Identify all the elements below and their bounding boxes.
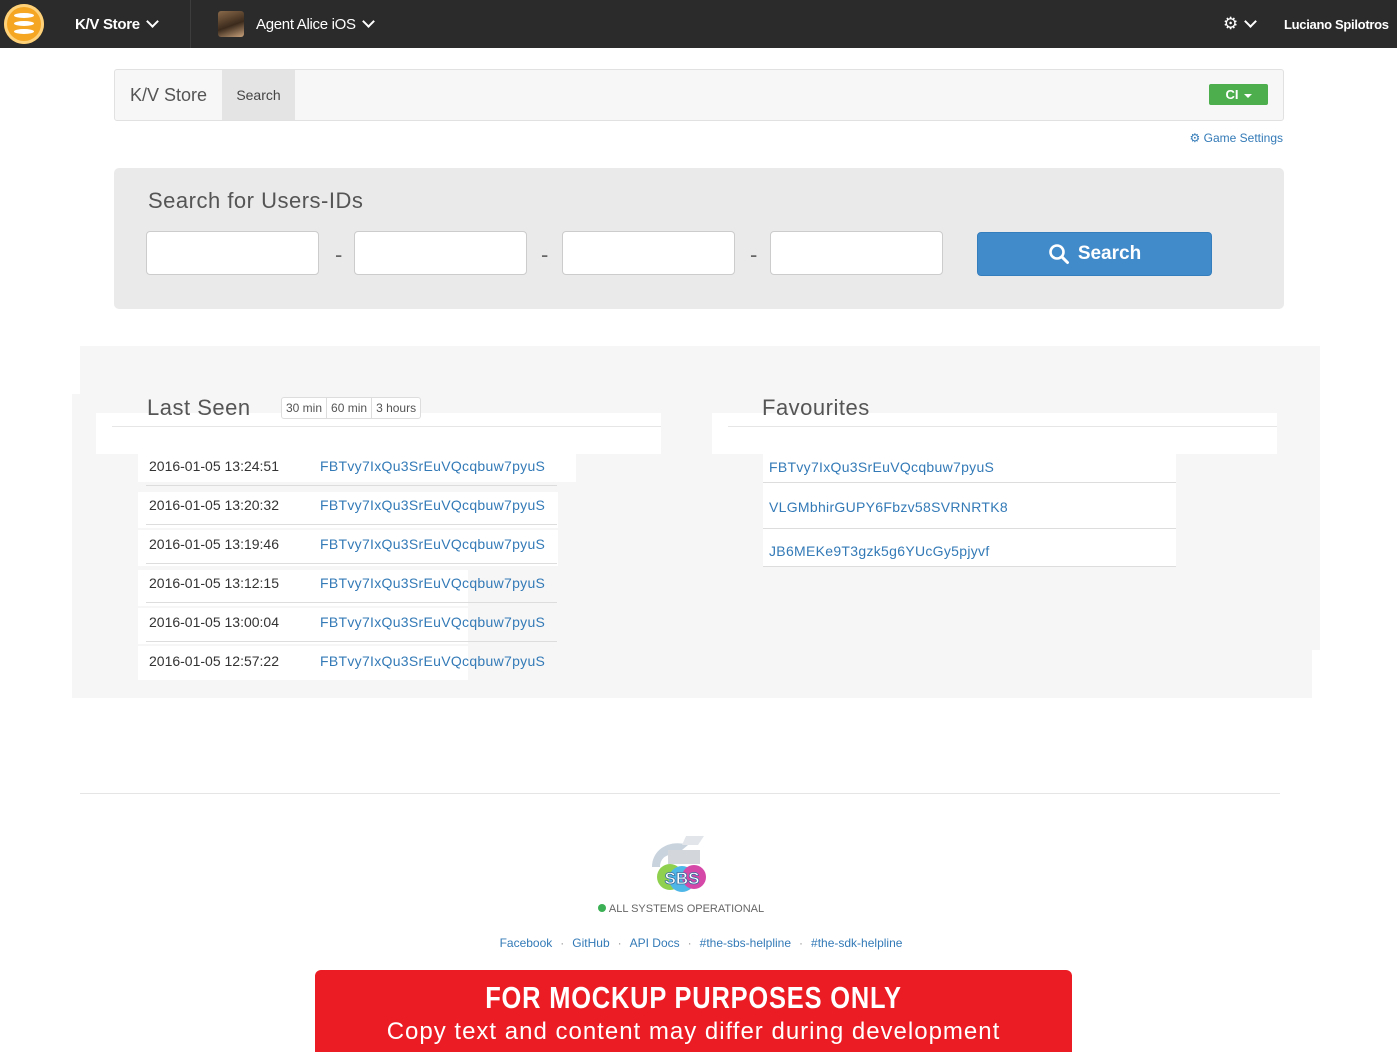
user-menu[interactable]: Luciano Spilotros	[1284, 0, 1389, 48]
range-30-min-button[interactable]: 30 min	[282, 398, 328, 418]
last-seen-time: 2016-01-05 13:20:32	[149, 497, 279, 513]
sbs-logo-text: SBS	[665, 869, 700, 888]
api-docs-link[interactable]: API Docs	[630, 936, 680, 950]
user-id-field-1[interactable]	[146, 231, 319, 275]
user-id-field-2[interactable]	[354, 231, 527, 275]
sdk-helpline-link[interactable]: #the-sdk-helpline	[811, 936, 902, 950]
table-row: 2016-01-05 13:12:15 FBTvy7IxQu3SrEuVQcqb…	[146, 564, 557, 603]
mockup-banner: FOR MOCKUP PURPOSES ONLY Copy text and c…	[315, 970, 1072, 1052]
game-settings-link[interactable]: ⚙ Game Settings	[1190, 131, 1283, 145]
mockup-banner-title: FOR MOCKUP PURPOSES ONLY	[485, 980, 902, 1015]
field-separator: -	[335, 242, 343, 267]
last-seen-user-link[interactable]: FBTvy7IxQu3SrEuVQcqbuw7pyuS	[320, 486, 545, 525]
last-seen-time: 2016-01-05 13:12:15	[149, 575, 279, 591]
mockup-banner-subtitle: Copy text and content may differ during …	[386, 1018, 1001, 1045]
top-navbar: K/V Store Agent Alice iOS ⚙ Luciano Spil…	[0, 0, 1397, 48]
app-logo-icon[interactable]	[4, 4, 44, 44]
breadcrumb: K/V Store Search CI	[114, 69, 1284, 121]
table-row: 2016-01-05 12:57:22 FBTvy7IxQu3SrEuVQcqb…	[146, 642, 557, 681]
favourite-user-link[interactable]: FBTvy7IxQu3SrEuVQcqbuw7pyuS	[769, 459, 994, 475]
footer-links: Facebook · GitHub · API Docs · #the-sbs-helpli…	[499, 936, 903, 950]
search-icon	[1049, 244, 1069, 264]
status-text: ALL SYSTEMS OPERATIONAL	[608, 903, 765, 915]
user-id-field-3[interactable]	[562, 231, 735, 275]
last-seen-time: 2016-01-05 13:19:46	[149, 536, 279, 552]
table-row: 2016-01-05 13:24:51 FBTvy7IxQu3SrEuVQcqb…	[146, 447, 557, 486]
sbs-logo-icon: SBS	[652, 836, 706, 892]
table-row: 2016-01-05 13:19:46 FBTvy7IxQu3SrEuVQcqb…	[146, 525, 557, 564]
chevron-down-icon	[361, 15, 375, 28]
time-range-group: 30 min 60 min 3 hours	[281, 397, 422, 419]
table-row: 2016-01-05 13:20:32 FBTvy7IxQu3SrEuVQcqb…	[146, 486, 557, 525]
system-status: ALL SYSTEMS OPERATIONAL	[0, 903, 1362, 915]
search-button[interactable]: Search	[977, 232, 1212, 276]
gears-icon: ⚙	[1223, 14, 1238, 33]
game-menu[interactable]: Agent Alice iOS	[218, 0, 375, 48]
sbs-helpline-link[interactable]: #the-sbs-helpline	[700, 936, 791, 950]
field-separator: -	[541, 242, 549, 267]
last-seen-user-link[interactable]: FBTvy7IxQu3SrEuVQcqbuw7pyuS	[320, 447, 545, 486]
app-menu-label: K/V Store	[75, 15, 140, 33]
footer-divider	[80, 793, 1280, 794]
app-menu[interactable]: K/V Store	[75, 0, 159, 48]
last-seen-user-link[interactable]: FBTvy7IxQu3SrEuVQcqbuw7pyuS	[320, 564, 545, 603]
last-seen-user-link[interactable]: FBTvy7IxQu3SrEuVQcqbuw7pyuS	[320, 525, 545, 564]
caret-down-icon	[1243, 93, 1252, 98]
game-avatar	[218, 11, 244, 37]
user-name: Luciano Spilotros	[1284, 16, 1389, 32]
favourite-user-link[interactable]: JB6MEKe9T3gzk5g6YUcGy5pjyvf	[769, 543, 990, 559]
facebook-link[interactable]: Facebook	[500, 936, 553, 950]
user-id-field-4[interactable]	[770, 231, 943, 275]
breadcrumb-app[interactable]: K/V Store	[130, 70, 207, 120]
search-title: Search for Users-IDs	[148, 188, 364, 213]
chevron-down-icon	[145, 15, 159, 28]
user-id-search-panel: Search for Users-IDs - - - Search	[114, 168, 1284, 309]
environment-dropdown[interactable]: CI	[1209, 84, 1268, 105]
last-seen-time: 2016-01-05 13:24:51	[149, 458, 279, 474]
range-3-hours-button[interactable]: 3 hours	[372, 398, 420, 418]
breadcrumb-current[interactable]: Search	[222, 70, 295, 120]
nav-divider	[190, 0, 191, 48]
field-separator: -	[750, 242, 758, 267]
divider	[112, 426, 661, 427]
favourites-title: Favourites	[762, 395, 870, 420]
status-ok-icon	[597, 904, 606, 912]
last-seen-user-link[interactable]: FBTvy7IxQu3SrEuVQcqbuw7pyuS	[320, 642, 545, 681]
table-row: 2016-01-05 13:00:04 FBTvy7IxQu3SrEuVQcqb…	[146, 603, 557, 642]
game-settings-label: Game Settings	[1203, 131, 1283, 145]
last-seen-time: 2016-01-05 12:57:22	[149, 653, 279, 669]
divider	[728, 426, 1277, 427]
github-link[interactable]: GitHub	[572, 936, 609, 950]
range-60-min-button[interactable]: 60 min	[327, 398, 373, 418]
favourite-user-link[interactable]: VLGMbhirGUPY6Fbzv58SVRNRTK8	[769, 499, 1008, 515]
last-seen-title: Last Seen	[147, 395, 251, 420]
search-button-label: Search	[1077, 243, 1142, 264]
environment-label: CI	[1225, 87, 1239, 102]
gear-icon: ⚙	[1189, 131, 1201, 145]
game-menu-label: Agent Alice iOS	[256, 15, 356, 33]
settings-menu[interactable]: ⚙	[1223, 0, 1257, 48]
last-seen-time: 2016-01-05 13:00:04	[149, 614, 279, 630]
last-seen-user-link[interactable]: FBTvy7IxQu3SrEuVQcqbuw7pyuS	[320, 603, 545, 642]
chevron-down-icon	[1244, 15, 1257, 28]
